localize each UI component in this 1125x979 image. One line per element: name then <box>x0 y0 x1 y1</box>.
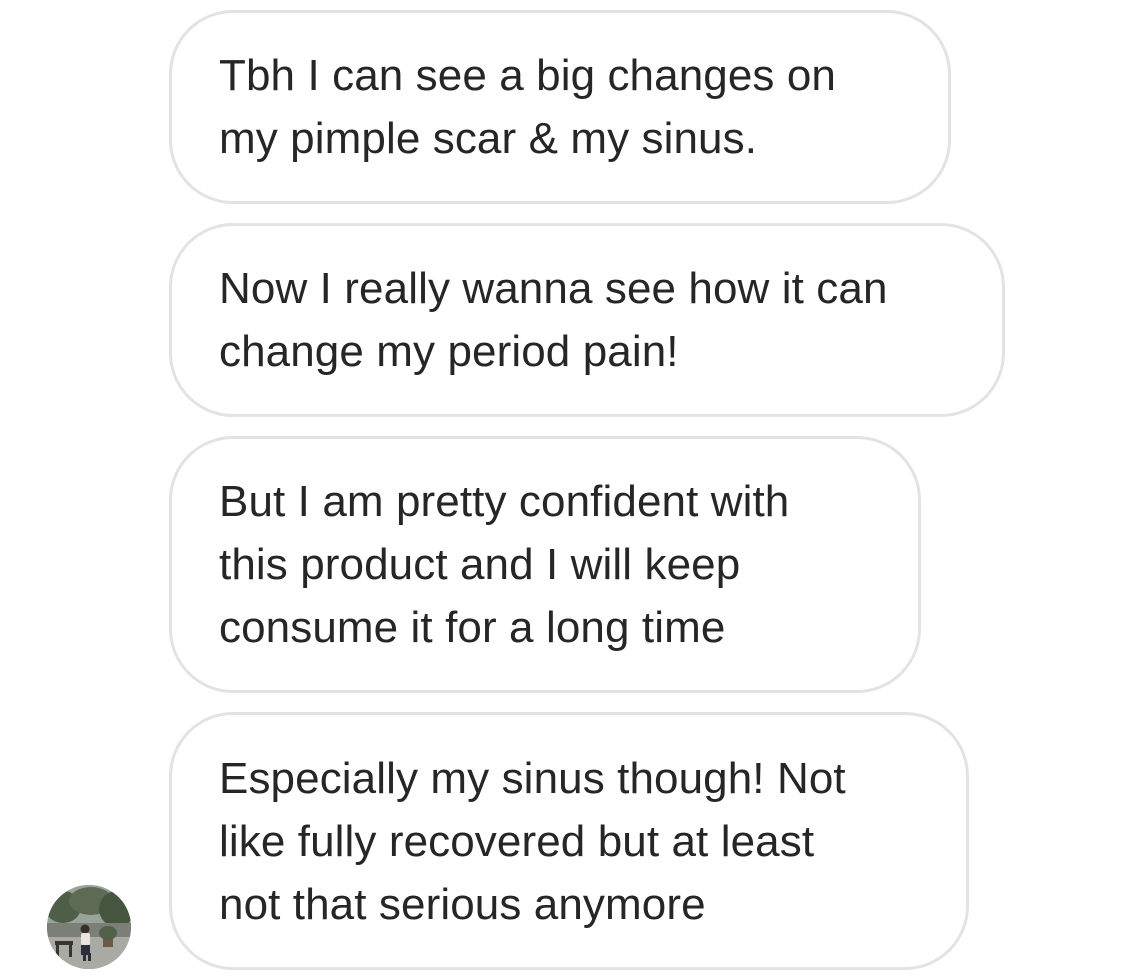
profile-photo-avatar-icon <box>47 885 131 969</box>
message-text: Tbh I can see a big changes on my pimple… <box>219 51 836 163</box>
message-text: Especially my sinus though! Not like ful… <box>219 753 846 929</box>
message-thread: Tbh I can see a big changes on my pimple… <box>0 0 1125 979</box>
sender-avatar[interactable] <box>47 885 131 969</box>
message-bubble[interactable]: But I am pretty confident with this prod… <box>169 436 921 693</box>
message-text: Now I really wanna see how it can change… <box>219 264 888 376</box>
message-bubble[interactable]: Tbh I can see a big changes on my pimple… <box>169 10 951 204</box>
message-bubble[interactable]: Especially my sinus though! Not like ful… <box>169 712 969 970</box>
message-text: But I am pretty confident with this prod… <box>219 477 790 652</box>
message-bubble[interactable]: Now I really wanna see how it can change… <box>169 223 1005 417</box>
